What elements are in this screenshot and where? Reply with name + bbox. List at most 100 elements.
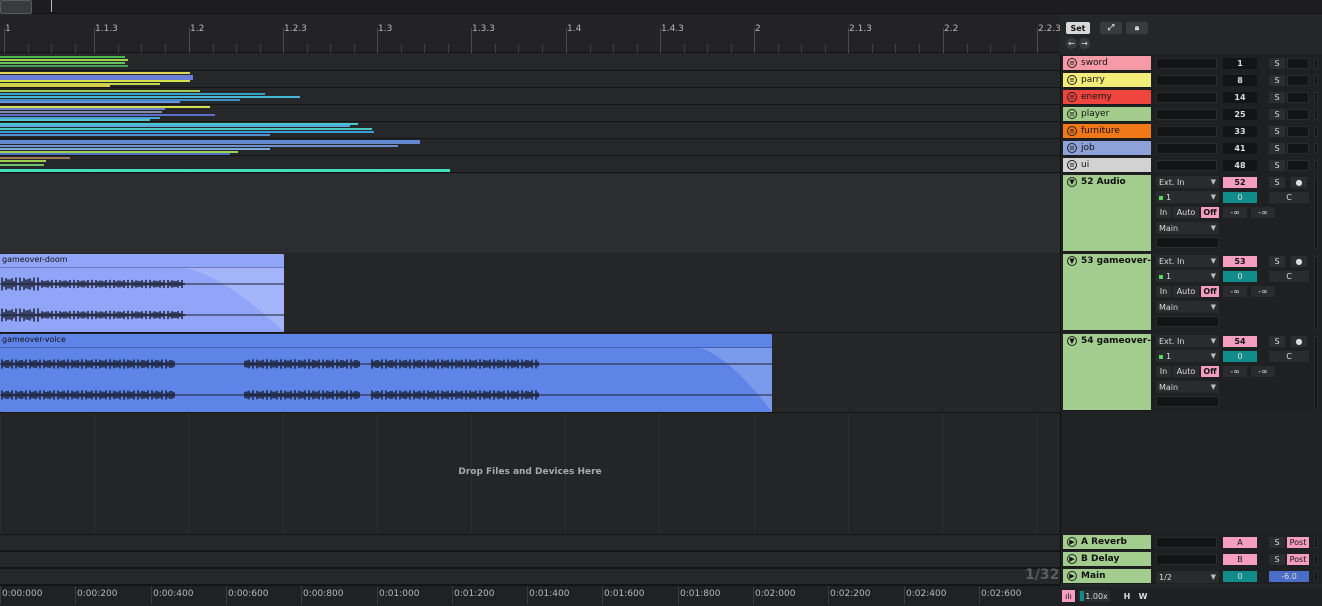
track-input-slot[interactable]: [1156, 58, 1217, 69]
clip-overview-bar[interactable]: [0, 108, 165, 110]
clip-overview-bar[interactable]: [0, 169, 450, 172]
input-type-select[interactable]: Ext. In ▼: [1156, 176, 1219, 188]
collapse-track-icon[interactable]: ▼: [1067, 336, 1077, 346]
group-fold-icon[interactable]: ≡: [1067, 75, 1077, 85]
clip-overview-bar[interactable]: [0, 148, 270, 150]
pan-field[interactable]: C: [1269, 192, 1309, 203]
solo-button[interactable]: S: [1269, 58, 1285, 69]
audio-track-header[interactable]: ▼ 52 Audio: [1063, 175, 1151, 252]
group-track-header[interactable]: ≡ furniture: [1063, 124, 1151, 139]
track-number[interactable]: 1: [1223, 58, 1257, 69]
return-input-slot[interactable]: [1156, 554, 1217, 565]
input-channel-select[interactable]: 1 ▼: [1156, 270, 1219, 282]
output-channel-slot[interactable]: [1156, 316, 1219, 327]
send-b-field[interactable]: -∞: [1251, 366, 1275, 377]
volume-field[interactable]: 0: [1223, 192, 1257, 203]
monitor-in-button[interactable]: In: [1156, 366, 1171, 377]
group-fold-icon[interactable]: ≡: [1067, 109, 1077, 119]
drop-zone[interactable]: Drop Files and Devices Here: [0, 467, 1060, 477]
return-track-header[interactable]: ▶ B Delay: [1063, 552, 1151, 567]
return-input-slot[interactable]: [1156, 537, 1217, 548]
main-pan-field[interactable]: -6.0: [1269, 571, 1309, 582]
beat-time-ruler[interactable]: 1 1.1.3 1.2 1.2.3 1.3 1.3.3 1.4 1.4.3 2 2.1.3 2.2 2…: [0, 15, 1061, 53]
group-track-header[interactable]: ≡ parry: [1063, 73, 1151, 88]
expand-track-icon[interactable]: ▶: [1067, 537, 1077, 547]
record-arm-button[interactable]: ●: [1291, 177, 1307, 188]
main-output-select[interactable]: 1/2 ▼: [1156, 571, 1219, 583]
return-track-header[interactable]: ▶ A Reverb: [1063, 535, 1151, 550]
track-number[interactable]: 8: [1223, 75, 1257, 86]
solo-button[interactable]: S: [1269, 336, 1285, 347]
expand-arrows-icon[interactable]: ⤢: [1100, 22, 1122, 34]
track-input-slot[interactable]: [1156, 92, 1217, 103]
clip-overview-bar[interactable]: [0, 131, 374, 133]
group-track-header[interactable]: ≡ enemy: [1063, 90, 1151, 105]
group-track-header[interactable]: ≡ job: [1063, 141, 1151, 156]
output-channel-slot[interactable]: [1156, 237, 1219, 248]
audio-track-header[interactable]: ▼ 54 gameover-v: [1063, 334, 1151, 411]
pan-field[interactable]: C: [1269, 351, 1309, 362]
monitor-off-button[interactable]: Off: [1201, 286, 1219, 297]
output-channel-slot[interactable]: [1156, 396, 1219, 407]
solo-button[interactable]: S: [1269, 92, 1285, 103]
pan-field[interactable]: C: [1269, 271, 1309, 282]
audio-track-header[interactable]: ▼ 53 gameover-d: [1063, 254, 1151, 331]
group-output-slot[interactable]: [1287, 92, 1309, 103]
clip-overview-bar[interactable]: [0, 93, 265, 95]
return-activator[interactable]: A: [1223, 537, 1257, 548]
track-activator-number[interactable]: 53: [1223, 256, 1257, 267]
expand-track-icon[interactable]: ▶: [1067, 554, 1077, 564]
send-b-field[interactable]: -∞: [1251, 207, 1275, 218]
return-lane[interactable]: [0, 534, 1060, 551]
audio-clip[interactable]: gameover-doom: [0, 254, 284, 332]
solo-button[interactable]: S: [1269, 143, 1285, 154]
audio-clip[interactable]: gameover-voice: [0, 334, 772, 412]
clip-overview-bar[interactable]: [0, 65, 128, 67]
fade-out-curve[interactable]: [185, 268, 284, 332]
clip-overview-bar[interactable]: [0, 119, 150, 121]
return-activator[interactable]: B: [1223, 554, 1257, 565]
input-channel-select[interactable]: 1 ▼: [1156, 191, 1219, 203]
clip-overview-bar[interactable]: [0, 134, 270, 136]
track-input-slot[interactable]: [1156, 75, 1217, 86]
track-number[interactable]: 33: [1223, 126, 1257, 137]
input-type-select[interactable]: Ext. In ▼: [1156, 335, 1219, 347]
solo-button[interactable]: S: [1269, 126, 1285, 137]
solo-button[interactable]: S: [1269, 160, 1285, 171]
main-volume-field[interactable]: 0: [1223, 571, 1257, 582]
track-input-slot[interactable]: [1156, 143, 1217, 154]
group-output-slot[interactable]: [1287, 75, 1309, 86]
lock-icon[interactable]: 🔒︎: [1126, 22, 1148, 34]
set-button[interactable]: Set: [1066, 22, 1090, 34]
track-number[interactable]: 41: [1223, 143, 1257, 154]
monitor-auto-button[interactable]: Auto: [1173, 286, 1199, 297]
group-fold-icon[interactable]: ≡: [1067, 58, 1077, 68]
return-lane[interactable]: [0, 568, 1060, 585]
w-button[interactable]: W: [1137, 590, 1149, 602]
solo-button[interactable]: S: [1269, 554, 1285, 565]
track-activator-number[interactable]: 54: [1223, 336, 1257, 347]
clip-overview-bar[interactable]: [0, 101, 180, 103]
group-fold-icon[interactable]: ≡: [1067, 143, 1077, 153]
send-a-field[interactable]: -∞: [1223, 286, 1247, 297]
monitor-auto-button[interactable]: Auto: [1173, 366, 1199, 377]
track-input-slot[interactable]: [1156, 126, 1217, 137]
record-arm-button[interactable]: ●: [1291, 336, 1307, 347]
group-track-header[interactable]: ≡ sword: [1063, 56, 1151, 71]
clip-overview-bar[interactable]: [0, 157, 70, 159]
solo-button[interactable]: S: [1269, 109, 1285, 120]
fade-out-curve[interactable]: [700, 348, 772, 412]
track-number[interactable]: 14: [1223, 92, 1257, 103]
collapse-track-icon[interactable]: ▼: [1067, 256, 1077, 266]
clip-overview-bar[interactable]: [0, 59, 128, 61]
track-activator-number[interactable]: 52: [1223, 177, 1257, 188]
overview-thumbnail[interactable]: [0, 0, 32, 14]
main-track-header[interactable]: ▶ Main: [1063, 569, 1151, 584]
solo-button[interactable]: S: [1269, 75, 1285, 86]
post-toggle[interactable]: Post: [1287, 537, 1309, 548]
volume-field[interactable]: 0: [1223, 351, 1257, 362]
clip-overview-bar[interactable]: [0, 153, 230, 155]
monitor-in-button[interactable]: In: [1156, 207, 1171, 218]
input-channel-select[interactable]: 1 ▼: [1156, 350, 1219, 362]
output-select[interactable]: Main ▼: [1156, 301, 1219, 313]
